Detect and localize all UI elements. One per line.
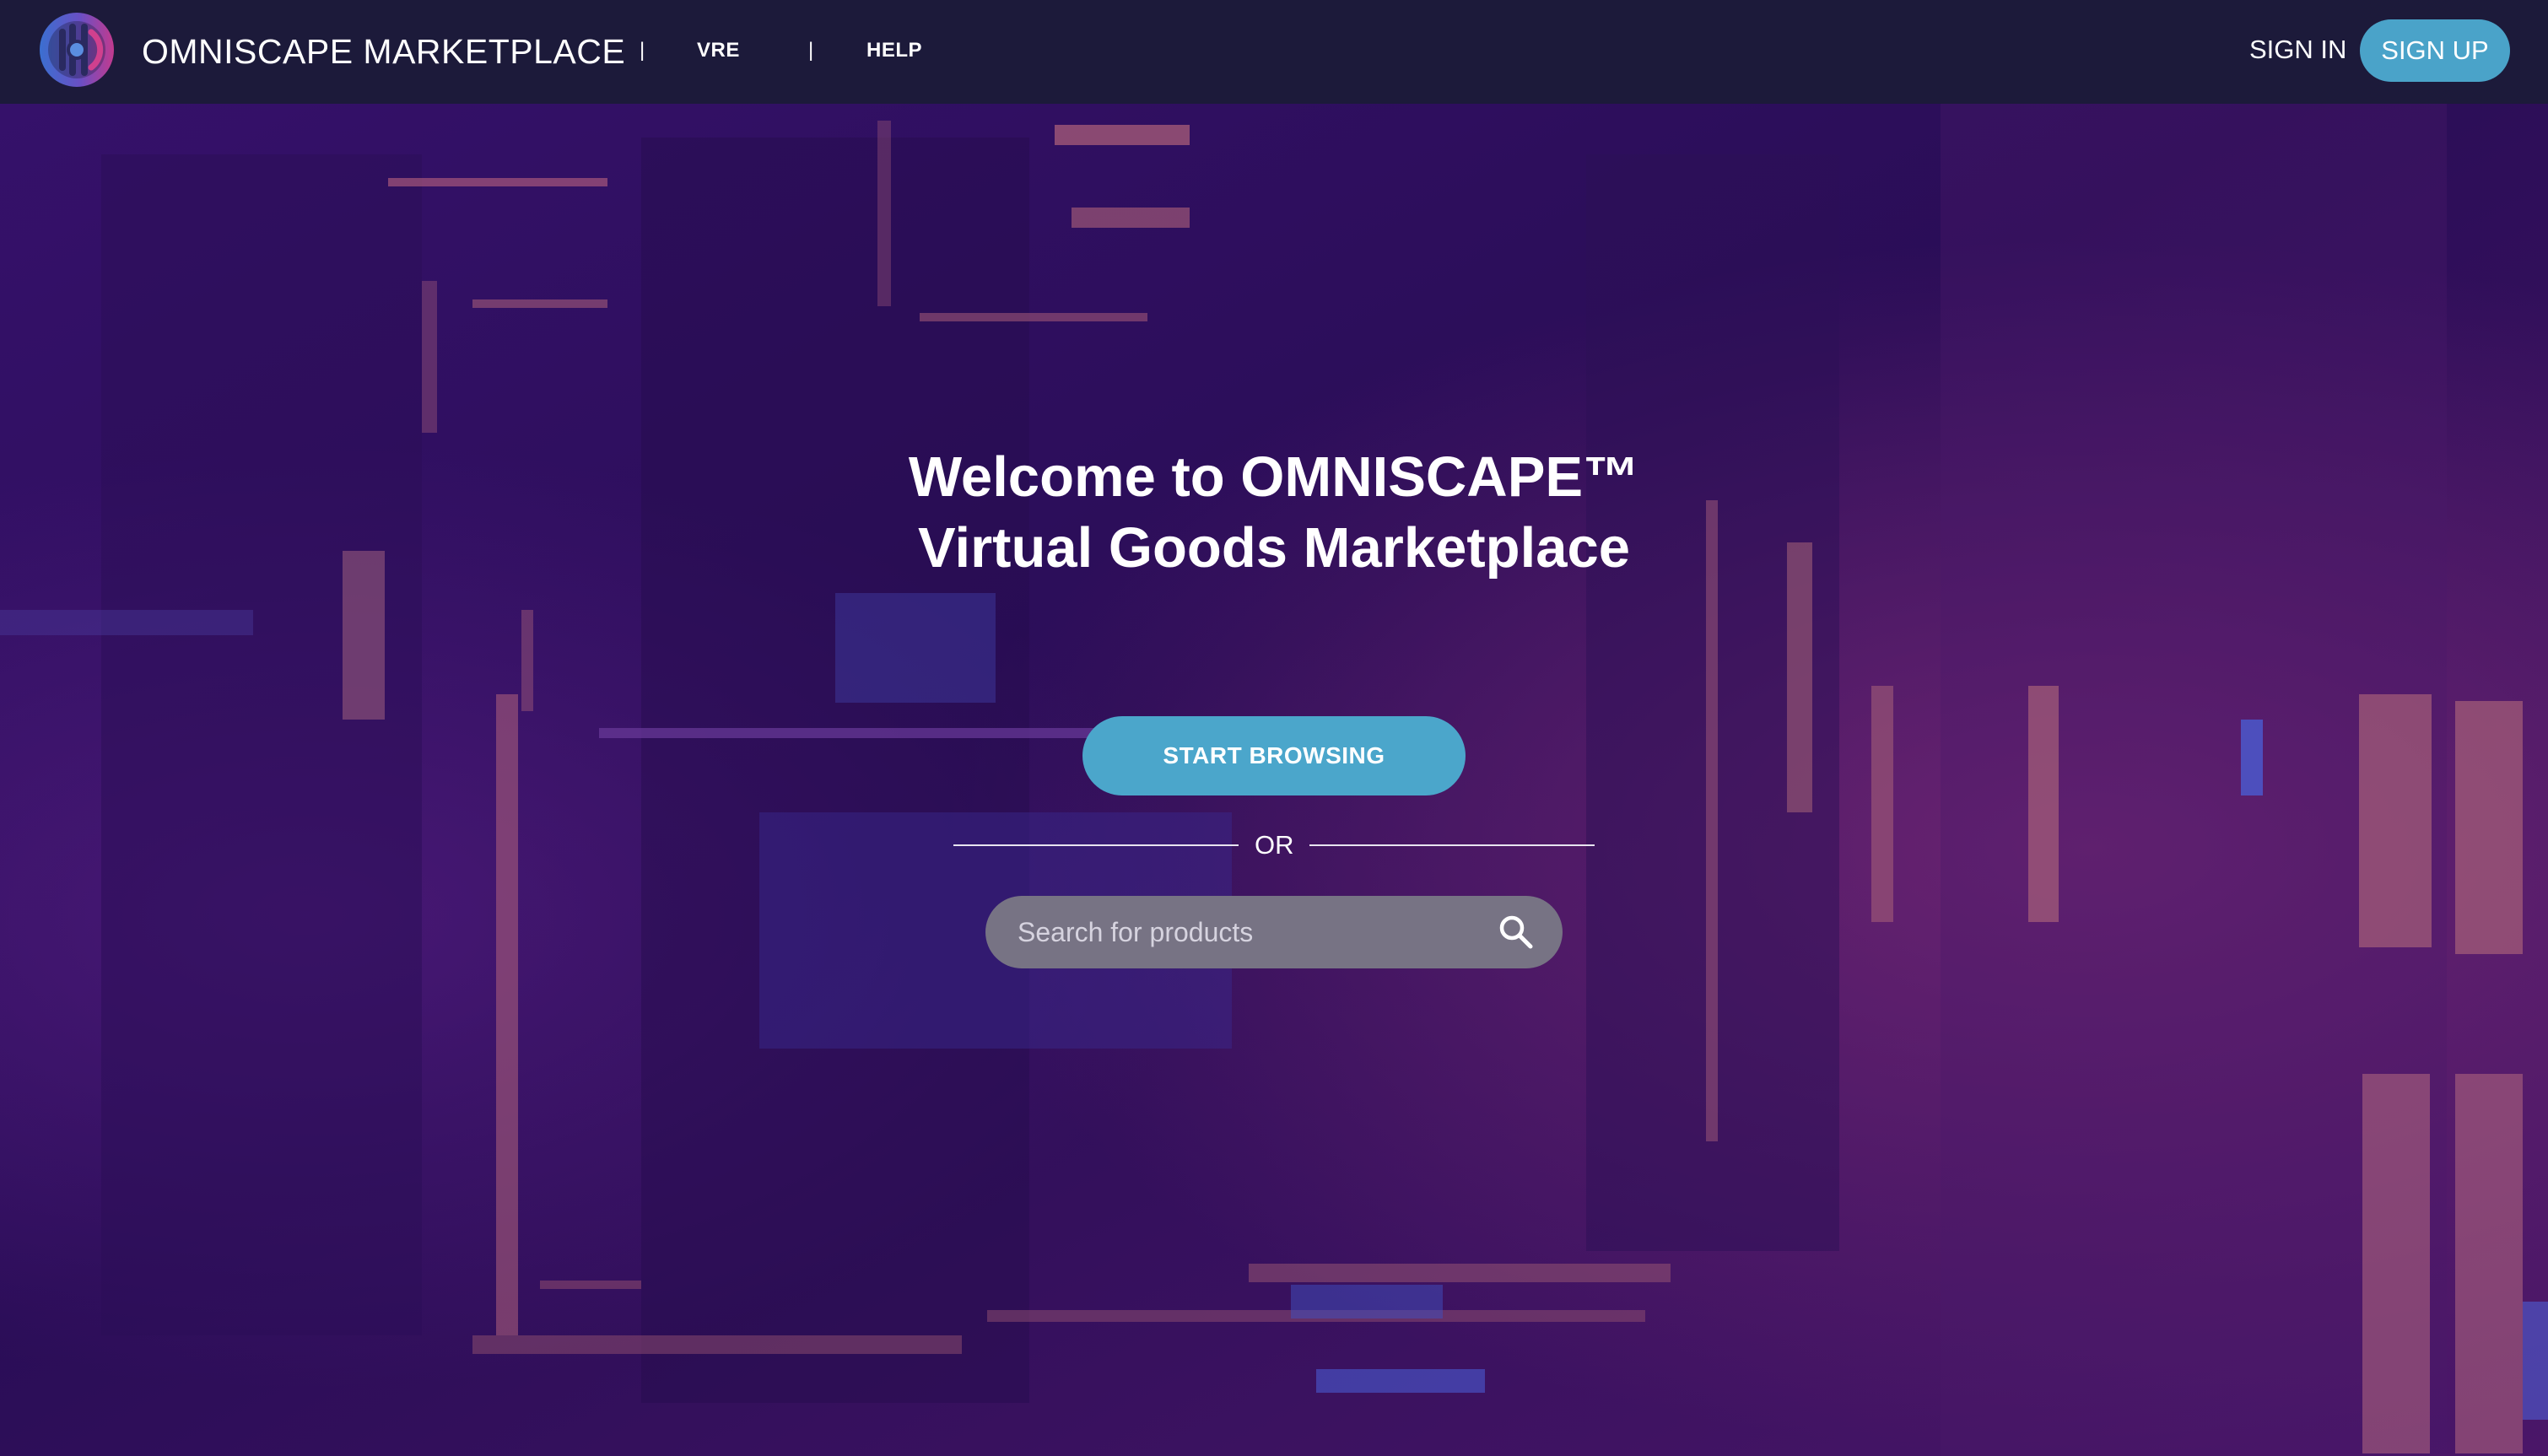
omniscape-logo-icon[interactable] bbox=[37, 10, 116, 89]
sign-in-link[interactable]: SIGN IN bbox=[2249, 32, 2346, 67]
or-label: OR bbox=[1255, 830, 1294, 860]
nav-separator: | bbox=[640, 39, 645, 62]
hero-title: Welcome to OMNISCAPE™ Virtual Goods Mark… bbox=[0, 442, 2548, 584]
hero-title-line-2: Virtual Goods Marketplace bbox=[918, 516, 1630, 580]
nav-link-vre[interactable]: VRE bbox=[697, 37, 740, 64]
or-divider: OR bbox=[953, 828, 1595, 862]
start-browsing-button[interactable]: START BROWSING bbox=[1082, 716, 1466, 795]
hero-title-line-1: Welcome to OMNISCAPE™ bbox=[908, 445, 1640, 509]
nav-separator: | bbox=[808, 39, 814, 62]
search-icon[interactable] bbox=[1495, 911, 1537, 953]
search-input[interactable] bbox=[1018, 896, 1490, 968]
product-search-box bbox=[985, 896, 1563, 968]
divider-line-right bbox=[1309, 844, 1595, 846]
brand-title[interactable]: OMNISCAPE MARKETPLACE bbox=[142, 30, 625, 73]
divider-line-left bbox=[953, 844, 1239, 846]
nav-link-help[interactable]: HELP bbox=[866, 37, 922, 64]
sign-up-button[interactable]: SIGN UP bbox=[2360, 19, 2510, 82]
top-navigation-bar: OMNISCAPE MARKETPLACE | VRE | HELP SIGN … bbox=[0, 0, 2548, 104]
page: OMNISCAPE MARKETPLACE | VRE | HELP SIGN … bbox=[0, 0, 2548, 1456]
